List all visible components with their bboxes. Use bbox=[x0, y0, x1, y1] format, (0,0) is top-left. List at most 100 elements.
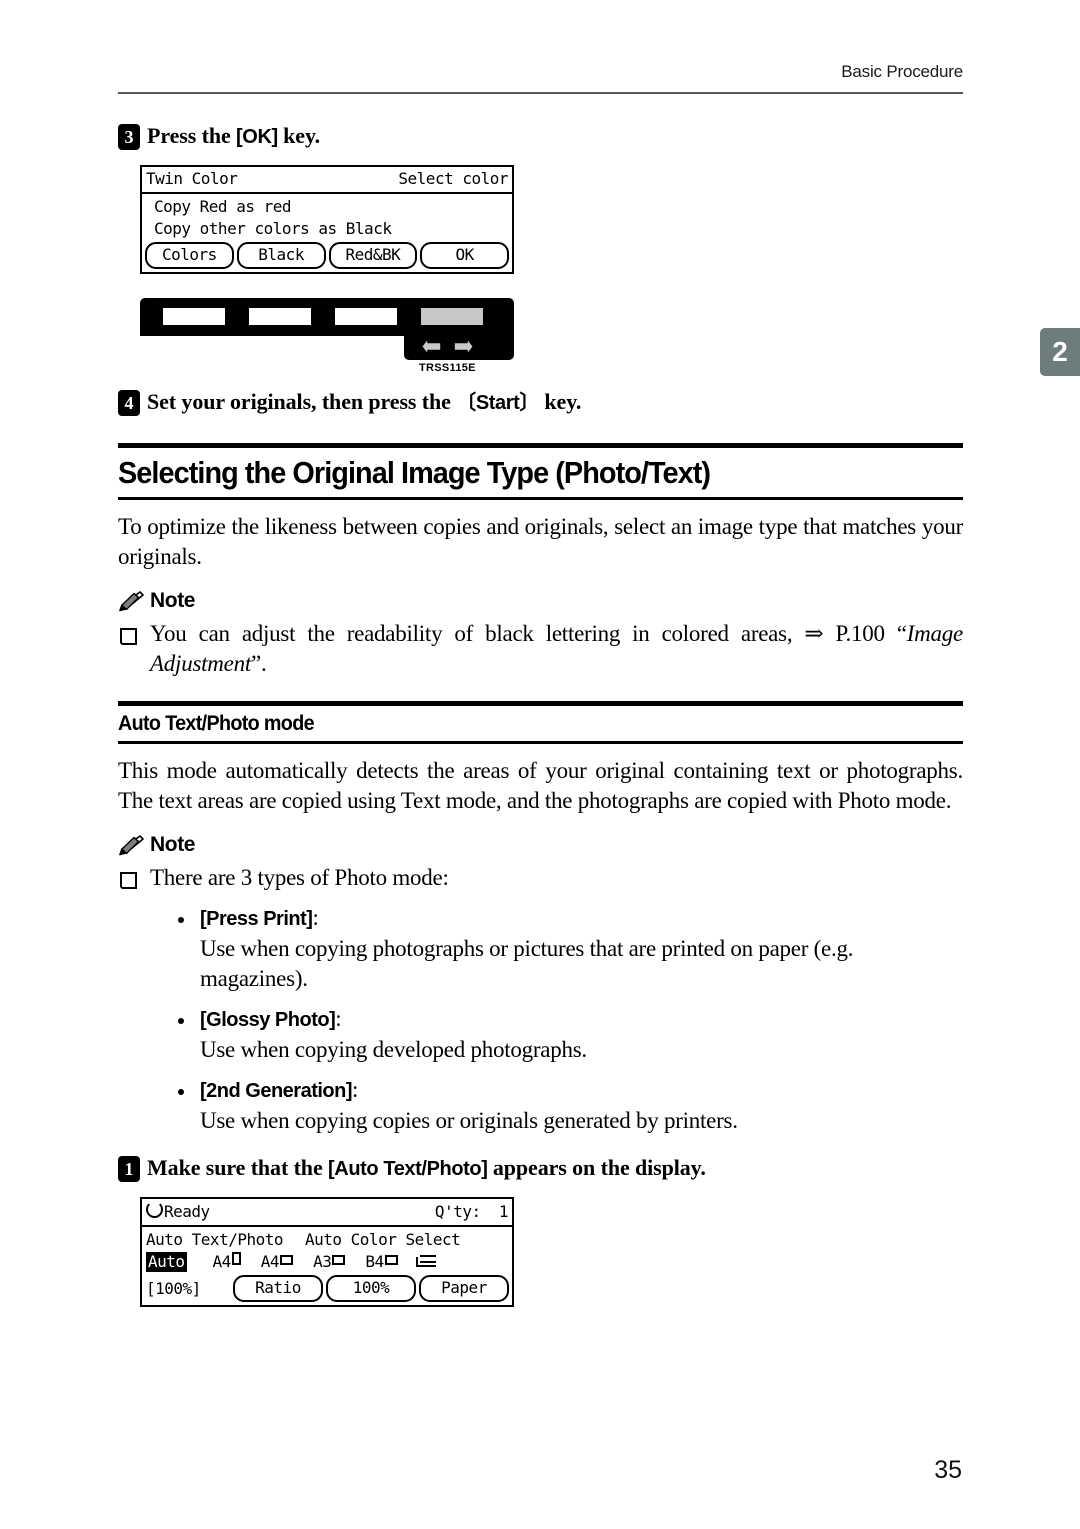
softkey-colors[interactable]: Colors bbox=[145, 242, 234, 269]
lcd-ready-paper-row: Auto A4 A4 A3 B4 bbox=[142, 1251, 512, 1273]
note-bullet-icon bbox=[120, 628, 137, 645]
operation-panel-illustration: TRSS115E bbox=[140, 298, 520, 374]
note-2-lead-item: There are 3 types of Photo mode: bbox=[118, 863, 963, 893]
lcd-twin-color-titlebar: Twin Color Select color bbox=[142, 167, 512, 194]
section-title: Selecting the Original Image Type (Photo… bbox=[118, 455, 711, 490]
lcd-paper-a4-portrait[interactable]: A4 bbox=[213, 1252, 241, 1272]
step-3: 3 Press the [OK] key. bbox=[118, 122, 963, 151]
step-4-badge: 4 bbox=[118, 390, 140, 416]
panel-softkey-3[interactable] bbox=[335, 308, 397, 325]
lcd-ready-screen: Ready Q'ty: 1 Auto Text/Photo Auto Color… bbox=[140, 1197, 514, 1307]
chapter-tab: 2 bbox=[1040, 328, 1080, 376]
lcd-paper-auto[interactable]: Auto bbox=[146, 1252, 187, 1272]
bullet-term-2nd-generation: [2nd Generation]: bbox=[200, 1077, 358, 1102]
section-intro-paragraph: To optimize the likeness between copies … bbox=[118, 514, 963, 569]
lcd-mode-image-type[interactable]: Auto Text/Photo bbox=[146, 1230, 284, 1250]
step-1-label-after: appears on the display. bbox=[492, 1155, 706, 1180]
step-3-label: Press the bbox=[147, 123, 231, 148]
panel-softkey-2[interactable] bbox=[249, 308, 311, 325]
page-number: 35 bbox=[934, 1456, 962, 1484]
step-3-text: Press the [OK] key. bbox=[147, 122, 320, 151]
lcd-twin-color-title-right: Select color bbox=[398, 169, 508, 188]
step-1-label: Make sure that the bbox=[147, 1155, 323, 1180]
step-4-text: Set your originals, then press the 〔Star… bbox=[147, 388, 581, 417]
paper-landscape-icon bbox=[332, 1255, 346, 1265]
softkey-zoom-100[interactable]: 100% bbox=[326, 1275, 416, 1302]
note-1-text: You can adjust the readability of black … bbox=[150, 619, 963, 679]
softkey-paper[interactable]: Paper bbox=[419, 1275, 509, 1302]
step-4-label: Set your originals, then press the bbox=[147, 389, 451, 414]
bullet-desc-press-print: Use when copying photographs or pictures… bbox=[200, 936, 854, 991]
step-4-label-after: key. bbox=[544, 389, 582, 414]
step-3-badge: 3 bbox=[118, 124, 140, 150]
step-3-label-after: key. bbox=[283, 123, 321, 148]
paper-portrait-icon bbox=[231, 1252, 241, 1265]
lcd-twin-color-line-2: Copy other colors as Black bbox=[154, 219, 392, 238]
note-bullet-icon bbox=[120, 872, 137, 889]
right-arrow-icon[interactable] bbox=[452, 337, 475, 356]
bullet-term-glossy-photo: [Glossy Photo]: bbox=[200, 1006, 342, 1031]
left-arrow-icon[interactable] bbox=[420, 337, 443, 356]
softkey-red-and-bk[interactable]: Red&BK bbox=[328, 242, 418, 269]
header-rule bbox=[118, 92, 963, 94]
note-1-quote-close: ”. bbox=[251, 651, 267, 676]
page-running-header: Basic Procedure bbox=[118, 62, 963, 98]
softkey-ratio[interactable]: Ratio bbox=[233, 1275, 323, 1302]
bullet-dot-icon bbox=[178, 1089, 184, 1095]
lcd-paper-b4-landscape[interactable]: B4 bbox=[365, 1252, 398, 1272]
lcd-ready-statusbar: Ready Q'ty: 1 bbox=[142, 1199, 512, 1227]
note-1-item: You can adjust the readability of black … bbox=[118, 619, 963, 679]
paper-landscape-icon bbox=[384, 1255, 398, 1265]
panel-softkey-1[interactable] bbox=[163, 308, 225, 325]
lcd-mode-color-select[interactable]: Auto Color Select bbox=[305, 1230, 461, 1250]
paper-stack-icon[interactable] bbox=[415, 1255, 436, 1269]
lcd-twin-color-line-1: Copy Red as red bbox=[154, 197, 292, 216]
pencil-icon bbox=[119, 591, 144, 612]
note-2-header: Note bbox=[118, 833, 963, 857]
bullet-term-press-print: [Press Print]: bbox=[200, 905, 319, 930]
lcd-twin-color-softkey-row: Colors Black Red&BK OK bbox=[142, 240, 512, 272]
subsection-heading-block: Auto Text/Photo mode bbox=[118, 701, 963, 744]
note-1-arrow-icon: ⇒ bbox=[804, 621, 824, 646]
note-1-pre: You can adjust the readability of black … bbox=[150, 621, 805, 646]
pencil-icon bbox=[119, 835, 144, 856]
step-1-badge: 1 bbox=[118, 1156, 140, 1182]
lcd-twin-color-wrap: Twin Color Select color Copy Red as red … bbox=[140, 165, 963, 274]
softkey-ok[interactable]: OK bbox=[420, 242, 509, 269]
step-4: 4 Set your originals, then press the 〔St… bbox=[118, 388, 963, 417]
lcd-ready-mode-row: Auto Text/Photo Auto Color Select bbox=[142, 1227, 512, 1251]
paper-landscape-icon bbox=[280, 1255, 294, 1265]
photo-mode-bullet-glossy-photo: [Glossy Photo]: Use when copying develop… bbox=[178, 1006, 963, 1065]
photo-mode-bullet-press-print: [Press Print]: Use when copying photogra… bbox=[178, 905, 963, 994]
lcd-paper-a4-landscape[interactable]: A4 bbox=[261, 1252, 294, 1272]
lcd-twin-color-title: Twin Color bbox=[146, 169, 238, 188]
lcd-ready-softkey-row: [100%] Ratio 100% Paper bbox=[142, 1273, 512, 1305]
section-rule-bottom bbox=[118, 497, 963, 500]
page-content: 3 Press the [OK] key. Twin Color Select … bbox=[118, 122, 963, 1307]
lcd-paper-a3-landscape[interactable]: A3 bbox=[313, 1252, 346, 1272]
subsection-body-paragraph: This mode automatically detects the area… bbox=[118, 758, 963, 813]
bullet-desc-2nd-generation: Use when copying copies or originals gen… bbox=[200, 1108, 738, 1133]
subsection-title: Auto Text/Photo mode bbox=[118, 712, 315, 735]
lcd-twin-color: Twin Color Select color Copy Red as red … bbox=[140, 165, 514, 274]
note-1-ref: P.100 bbox=[823, 621, 897, 646]
step-1-text: Make sure that the [Auto Text/Photo] app… bbox=[147, 1154, 706, 1183]
ready-circle-icon bbox=[146, 1201, 163, 1218]
section-heading-block: Selecting the Original Image Type (Photo… bbox=[118, 443, 963, 500]
note-2-label: Note bbox=[150, 833, 196, 856]
lcd-ready-wrap: Ready Q'ty: 1 Auto Text/Photo Auto Color… bbox=[140, 1197, 963, 1307]
lcd-zoom-value: [100%] bbox=[146, 1279, 201, 1298]
note-1-header: Note bbox=[118, 589, 963, 613]
step-1-key: [Auto Text/Photo] bbox=[328, 1158, 488, 1180]
step-4-key: 〔Start〕 bbox=[456, 392, 540, 414]
lcd-ready-status: Ready bbox=[146, 1201, 210, 1222]
subsection-rule-bottom bbox=[118, 741, 963, 744]
step-3-key: [OK] bbox=[236, 126, 278, 148]
panel-softkey-4-selected[interactable] bbox=[421, 308, 483, 325]
step-1: 1 Make sure that the [Auto Text/Photo] a… bbox=[118, 1154, 963, 1183]
illustration-caption: TRSS115E bbox=[419, 362, 476, 374]
softkey-black[interactable]: Black bbox=[236, 242, 326, 269]
bullet-dot-icon bbox=[178, 917, 184, 923]
chapter-tab-number: 2 bbox=[1052, 336, 1068, 367]
bullet-dot-icon bbox=[178, 1018, 184, 1024]
